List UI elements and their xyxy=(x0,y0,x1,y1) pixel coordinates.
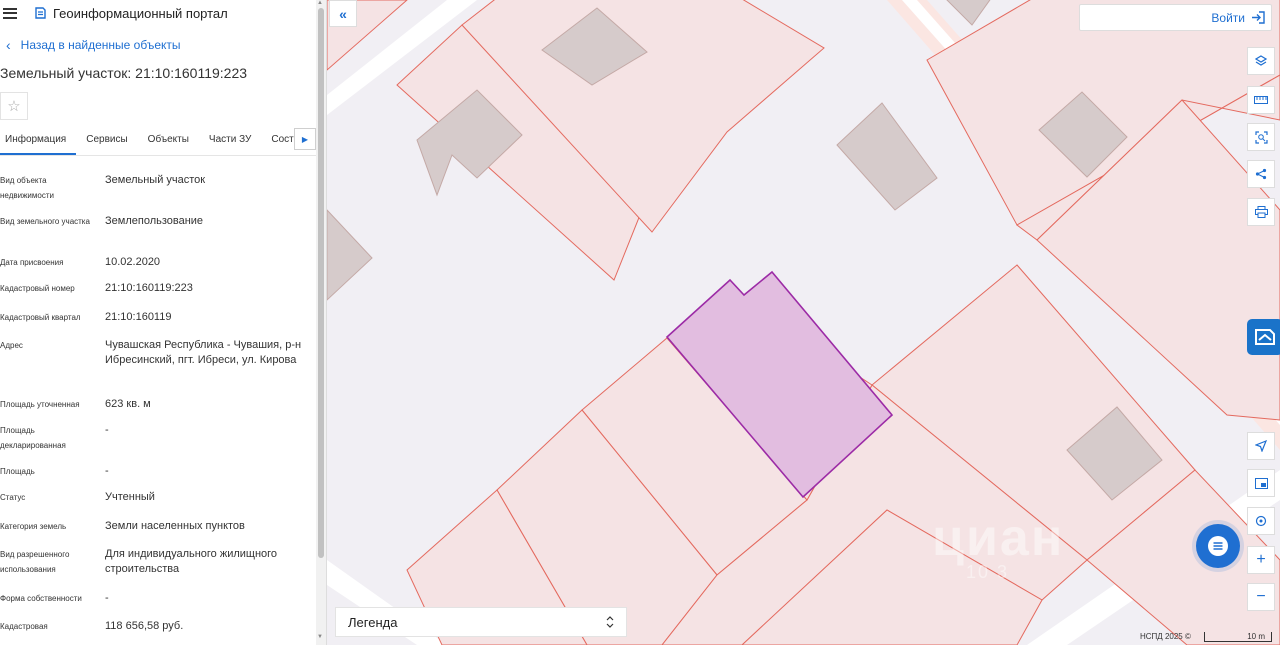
scroll-up-icon[interactable]: ▲ xyxy=(317,0,323,6)
locate-button[interactable] xyxy=(1247,432,1275,460)
info-value: - xyxy=(105,465,109,477)
info-label: Кадастровая xyxy=(0,622,48,631)
info-label: Дата присвоения xyxy=(0,258,64,267)
scroll-down-icon[interactable]: ▼ xyxy=(317,634,323,640)
info-value: 10.02.2020 xyxy=(105,256,161,268)
zoom-out-button[interactable]: − xyxy=(1247,583,1275,611)
zoom-out-icon: − xyxy=(1256,588,1266,605)
info-value: Земли населенных пунктов xyxy=(105,520,245,532)
chat-icon xyxy=(1208,536,1228,556)
info-label: Адрес xyxy=(0,341,23,350)
nspd-logo-icon[interactable] xyxy=(1247,319,1280,355)
share-button[interactable] xyxy=(1247,160,1275,188)
tab-objects[interactable]: Объекты xyxy=(138,128,199,153)
info-value: Чувашская Республика - Чувашия, р-н Ибре… xyxy=(105,339,302,366)
panel-scrollbar[interactable]: ▲ ▼ xyxy=(316,0,326,645)
info-label: Вид земельного участка xyxy=(0,217,90,226)
info-label: Площадь уточненная xyxy=(0,400,80,409)
panel-header: Геоинформационный портал xyxy=(0,0,326,26)
print-button[interactable] xyxy=(1247,198,1275,226)
tab-info[interactable]: Информация xyxy=(0,128,77,155)
cadastral-map xyxy=(327,0,1280,645)
search-map-button[interactable] xyxy=(1247,507,1275,535)
print-icon xyxy=(1254,206,1268,218)
info-label: Площадь декларированная xyxy=(0,426,66,450)
info-label: Вид разрешенного использования xyxy=(0,550,70,574)
expand-icon xyxy=(606,616,614,628)
legend-toggle[interactable]: Легенда xyxy=(335,607,627,637)
measure-button[interactable] xyxy=(1247,86,1275,114)
zoom-in-button[interactable]: + xyxy=(1247,546,1275,574)
legend-label: Легенда xyxy=(348,614,398,630)
double-chevron-left-icon: « xyxy=(339,5,347,22)
portal-title: Геоинформационный портал xyxy=(53,5,228,21)
info-value: 21:10:160119:223 xyxy=(105,282,193,294)
layers-button[interactable] xyxy=(1247,47,1275,75)
info-label: Категория земель xyxy=(0,522,67,531)
building xyxy=(946,0,991,26)
area-select-icon xyxy=(1254,130,1268,144)
tab-parts[interactable]: Части ЗУ xyxy=(199,128,261,153)
scale-bar: 10 m xyxy=(1204,632,1272,642)
info-value: 118 656,58 руб. xyxy=(105,620,184,632)
object-title: Земельный участок: 21:10:160119:223 xyxy=(0,65,248,81)
collapse-panel-button[interactable]: « xyxy=(329,0,357,27)
info-label: Площадь xyxy=(0,467,35,476)
info-label: Кадастровый квартал xyxy=(0,313,81,322)
area-select-button[interactable] xyxy=(1247,123,1275,151)
share-icon xyxy=(1255,168,1267,180)
ruler-icon xyxy=(1254,96,1268,104)
login-button[interactable]: Войти xyxy=(1079,4,1272,31)
portal-logo-icon xyxy=(35,7,46,19)
tabs-scroll-right-icon[interactable]: ▶ xyxy=(294,128,316,150)
info-value: Землепользование xyxy=(105,215,204,227)
building xyxy=(327,209,373,301)
sign-in-icon xyxy=(1252,11,1265,24)
info-list: Вид объекта недвижимости Земельный участ… xyxy=(0,156,326,636)
building xyxy=(836,102,938,211)
chat-button[interactable] xyxy=(1196,524,1240,568)
chevron-left-icon: ‹ xyxy=(6,37,11,53)
zoom-in-icon: + xyxy=(1256,551,1266,568)
info-value: Для индивидуального жилищного строительс… xyxy=(105,548,278,575)
scrollbar-thumb[interactable] xyxy=(318,8,324,558)
info-value: - xyxy=(105,424,109,436)
info-label: Кадастровый номер xyxy=(0,284,75,293)
watermark: циан xyxy=(932,509,1065,567)
info-value: Учтенный xyxy=(105,491,155,503)
map-frame-icon xyxy=(1254,477,1268,489)
locate-icon xyxy=(1255,440,1267,452)
info-label: Статус xyxy=(0,493,26,502)
info-label: Вид объекта недвижимости xyxy=(0,176,54,200)
nspd-logo-shape xyxy=(1255,329,1275,345)
map-frame-button[interactable] xyxy=(1247,469,1275,497)
map-canvas[interactable] xyxy=(327,0,1280,645)
watermark-sub: 10 3 xyxy=(966,562,1010,582)
login-label: Войти xyxy=(1211,10,1245,25)
info-value: 623 кв. м xyxy=(105,398,151,410)
info-value: Земельный участок xyxy=(105,174,206,186)
back-link-label: Назад в найденные объекты xyxy=(20,38,181,52)
search-map-icon xyxy=(1255,515,1267,527)
menu-icon[interactable] xyxy=(3,7,17,19)
info-tabs: Информация Сервисы Объекты Части ЗУ Сост… xyxy=(0,128,326,156)
layers-icon xyxy=(1255,55,1267,66)
info-panel: Геоинформационный портал ‹ Назад в найде… xyxy=(0,0,327,645)
tab-services[interactable]: Сервисы xyxy=(76,128,137,153)
back-to-results-link[interactable]: ‹ Назад в найденные объекты xyxy=(0,37,326,53)
info-value: - xyxy=(105,592,109,604)
info-label: Форма собственности xyxy=(0,594,82,603)
info-value: 21:10:160119 xyxy=(105,311,172,323)
map-credit: НСПД 2025 © xyxy=(1140,632,1191,641)
favorite-star-icon[interactable]: ☆ xyxy=(0,92,28,120)
